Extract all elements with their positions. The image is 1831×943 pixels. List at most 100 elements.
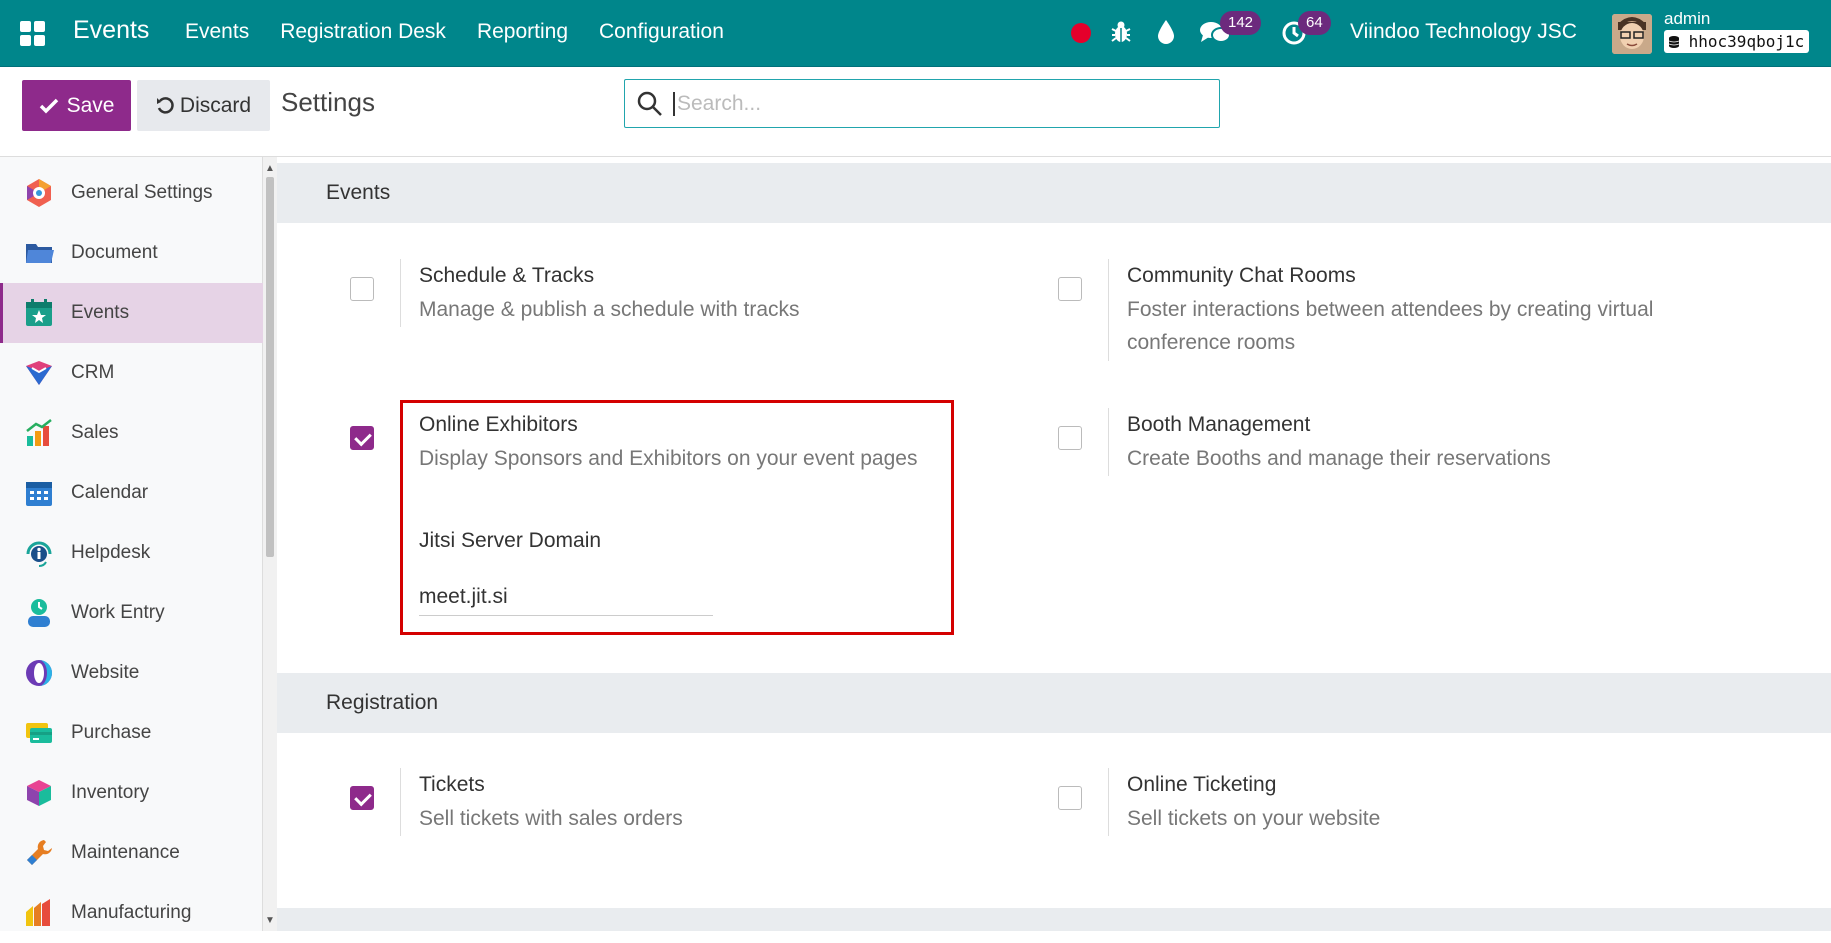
menu-reporting[interactable]: Reporting [477,20,568,44]
online-exhibitors-checkbox[interactable] [350,426,374,450]
sidebar-item-label: Website [71,662,140,683]
section-title: Events [326,181,391,204]
setting-title: Online Ticketing [1127,773,1277,796]
sidebar-item-crm[interactable]: CRM [0,343,263,403]
database-name: hhoc39qboj1c [1664,30,1810,53]
divider [400,259,401,327]
setting-title: Community Chat Rooms [1127,264,1356,287]
sidebar-item-manufacturing[interactable]: Manufacturing [0,883,263,943]
sales-chart-icon [26,419,52,446]
main-menu: Events Registration Desk Reporting Confi… [185,20,755,44]
manufacturing-icon [26,899,50,926]
user-avatar[interactable] [1612,14,1652,54]
jitsi-domain-label: Jitsi Server Domain [419,529,602,552]
divider [1108,259,1109,361]
folder-icon [26,244,54,263]
community-chat-checkbox[interactable] [1058,277,1082,301]
messages-badge: 142 [1220,11,1262,35]
credit-card-icon [26,723,52,743]
top-navbar: Events Events Registration Desk Reportin… [0,0,1831,67]
section-header-events: Events [277,163,1831,223]
website-icon [26,660,52,686]
sidebar-item-label: Events [71,302,130,323]
search-icon [637,91,662,116]
online-ticketing-checkbox[interactable] [1058,786,1082,810]
sidebar-item-label: Work Entry [71,602,165,623]
work-entry-icon [28,599,50,627]
check-icon [39,98,58,113]
setting-description: Foster interactions between attendees by… [1127,298,1654,354]
sidebar-item-label: Sales [71,422,119,443]
menu-events[interactable]: Events [185,20,249,44]
helpdesk-icon [26,541,52,567]
divider [1108,408,1109,476]
divider [1108,768,1109,836]
setting-title: Booth Management [1127,413,1311,436]
user-name[interactable]: admin [1664,9,1710,29]
section-header-registration: Registration [277,673,1831,733]
settings-content: Events Schedule & Tracks Manage & publis… [277,157,1831,931]
setting-description: Create Booths and manage their reservati… [1127,447,1551,470]
undo-icon [156,96,174,114]
search-bar[interactable] [624,79,1220,128]
activities-badge: 64 [1298,11,1331,35]
save-button[interactable]: Save [22,80,131,131]
bug-icon[interactable] [1110,20,1132,44]
database-icon [1668,36,1680,48]
wrench-icon [27,840,52,865]
sidebar-item-helpdesk[interactable]: Helpdesk [0,523,263,583]
sidebar-item-label: CRM [71,362,115,383]
save-label: Save [66,93,115,117]
sidebar-item-inventory[interactable]: Inventory [0,763,263,823]
setting-description: Sell tickets with sales orders [419,807,683,830]
discard-label: Discard [179,93,252,117]
sidebar-item-label: Maintenance [71,842,180,863]
setting-description: Manage & publish a schedule with tracks [419,298,800,321]
discard-button[interactable]: Discard [137,80,270,131]
menu-configuration[interactable]: Configuration [599,20,724,44]
box-icon [27,780,51,806]
schedule-tracks-checkbox[interactable] [350,277,374,301]
settings-sidebar: General Settings Document Events CRM Sal… [0,157,263,931]
sidebar-item-events[interactable]: Events [0,283,263,343]
sidebar-item-label: Calendar [71,482,149,503]
calendar-star-icon [26,299,52,326]
sidebar-item-purchase[interactable]: Purchase [0,703,263,763]
sidebar-item-sales[interactable]: Sales [0,403,263,463]
section-header-next [277,908,1831,931]
control-panel: Save Discard Settings [0,67,1831,157]
scroll-up-arrow-icon[interactable]: ▲ [265,163,275,174]
booth-management-checkbox[interactable] [1058,426,1082,450]
database-label: hhoc39qboj1c [1688,32,1805,51]
sidebar-item-website[interactable]: Website [0,643,263,703]
sidebar-item-calendar[interactable]: Calendar [0,463,263,523]
general-settings-icon [27,179,51,207]
setting-title: Tickets [419,773,485,796]
apps-menu-icon[interactable] [20,21,45,46]
sidebar-item-document[interactable]: Document [0,223,263,283]
sidebar-item-label: Manufacturing [71,902,192,923]
sidebar-item-label: Document [71,242,158,263]
search-input[interactable] [673,91,1193,116]
sidebar-item-general-settings[interactable]: General Settings [0,163,263,223]
jitsi-domain-input[interactable]: meet.jit.si [419,585,713,616]
calendar-icon [26,482,52,506]
sidebar-item-label: General Settings [71,182,213,203]
droplet-icon[interactable] [1157,19,1175,45]
app-brand[interactable]: Events [73,16,149,45]
divider [400,768,401,836]
sidebar-item-maintenance[interactable]: Maintenance [0,823,263,883]
sidebar-item-work-entry[interactable]: Work Entry [0,583,263,643]
section-title: Registration [326,691,439,714]
sidebar-scroll-thumb[interactable] [266,177,274,557]
scroll-down-arrow-icon[interactable]: ▼ [265,915,275,926]
tickets-checkbox[interactable] [350,786,374,810]
menu-registration-desk[interactable]: Registration Desk [280,20,446,44]
record-icon[interactable] [1071,23,1091,43]
setting-description: Sell tickets on your website [1127,807,1381,830]
crm-icon [26,361,52,385]
setting-title: Schedule & Tracks [419,264,595,287]
sidebar-item-label: Helpdesk [71,542,151,563]
sidebar-item-label: Inventory [71,782,150,803]
company-switcher[interactable]: Viindoo Technology JSC [1350,20,1577,44]
